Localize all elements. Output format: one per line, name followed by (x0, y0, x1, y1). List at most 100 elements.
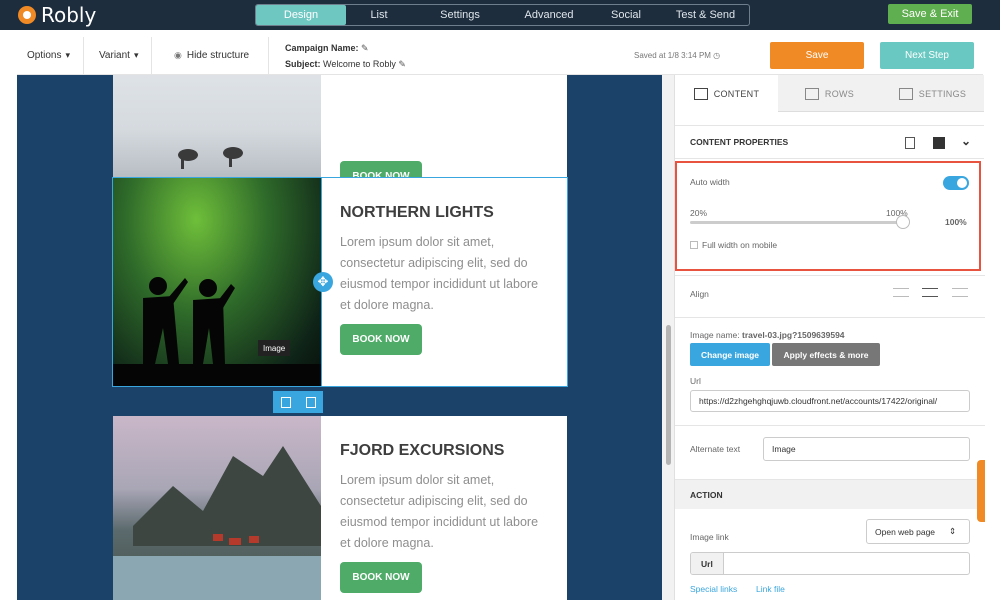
divider (675, 275, 985, 276)
tab-rows[interactable]: ROWS (778, 75, 881, 112)
saved-status: Saved at 1/8 3:14 PM ◷ (634, 51, 720, 60)
apply-effects-button[interactable]: Apply effects & more (772, 343, 880, 366)
slider-value: 100% (945, 217, 967, 227)
full-width-checkbox[interactable] (690, 241, 698, 249)
url-label: Url (690, 376, 701, 386)
alt-text-label: Alternate text (690, 444, 741, 454)
align-label: Align (690, 289, 709, 299)
move-handle-icon[interactable]: ✥ (313, 272, 333, 292)
grid-icon (693, 87, 708, 100)
campaign-name-label: Campaign Name: (285, 42, 359, 53)
image-url-input[interactable]: https://d2zhgehghqjuwb.cloudfront.net/ac… (690, 390, 970, 412)
width-slider-track[interactable] (690, 221, 904, 224)
robly-logo-icon (18, 6, 36, 24)
divider (675, 317, 985, 318)
save-button[interactable]: Save (770, 42, 864, 69)
feedback-tab[interactable] (977, 460, 985, 522)
trash-icon[interactable] (905, 137, 915, 149)
variant-menu[interactable]: Variant ▾ (84, 36, 152, 75)
action-header: ACTION (675, 479, 985, 509)
align-right-icon[interactable] (952, 288, 968, 297)
chevron-down-icon: ▾ (133, 50, 139, 60)
properties-panel: CONTENT ROWS SETTINGS CONTENT PROPERTIES… (674, 75, 985, 600)
image-name-label: Image name: (690, 330, 740, 340)
options-label: Options (27, 50, 62, 61)
options-menu[interactable]: Options ▾ (17, 36, 84, 75)
rows-icon (804, 87, 819, 100)
next-step-button[interactable]: Next Step (880, 42, 974, 69)
step-test-send[interactable]: Test & Send (662, 5, 749, 25)
block-tools (273, 391, 323, 413)
card-title: NORTHERN LIGHTS (340, 204, 494, 221)
travel-card-northern-lights: Image NORTHERN LIGHTS Lorem ipsum dolor … (112, 177, 568, 387)
step-advanced[interactable]: Advanced (508, 5, 590, 25)
campaign-info: Campaign Name: ✎ Subject: Welcome to Rob… (269, 40, 406, 72)
slider-min-label: 20% (690, 208, 708, 218)
image-name-line: Image name: travel-03.jpg?1509639594 (690, 330, 845, 340)
chevron-down-icon[interactable]: ⌄ (961, 134, 971, 148)
panel-tabs: CONTENT ROWS SETTINGS (675, 75, 984, 112)
link-type-value: Open web page (875, 526, 936, 537)
clock-icon: ◷ (713, 51, 721, 60)
change-image-button[interactable]: Change image (690, 343, 770, 366)
brand-name: Robly (41, 3, 97, 27)
content-properties-title: CONTENT PROPERTIES (690, 137, 789, 147)
card-description: Lorem ipsum dolor sit amet, consectetur … (340, 235, 539, 312)
saved-text: Saved at 1/8 3:14 PM (634, 51, 711, 60)
tab-content-label: CONTENT (713, 88, 760, 99)
top-bar: Robly Design List Settings Advanced Soci… (0, 0, 1000, 30)
save-exit-button[interactable]: Save & Exit (888, 4, 972, 24)
tab-settings[interactable]: SETTINGS (881, 75, 984, 112)
fjord-illustration (113, 446, 321, 600)
step-navigation: Design List Settings Advanced Social Tes… (255, 4, 750, 26)
align-center-icon[interactable] (922, 288, 938, 297)
image-link-label: Image link (690, 532, 729, 542)
travel-card-fjord: FJORD EXCURSIONS Lorem ipsum dolor sit a… (113, 416, 567, 600)
variant-label: Variant (99, 50, 130, 61)
duplicate-icon[interactable] (305, 396, 316, 408)
email-canvas: BOOK NOW Image NORTHERN LIGHTS Lorem ips… (17, 75, 662, 600)
step-social[interactable]: Social (590, 5, 662, 25)
full-width-label: Full width on mobile (702, 240, 778, 250)
chevron-down-icon: ▾ (65, 50, 70, 60)
card-image-fjord[interactable] (113, 416, 321, 600)
book-now-button[interactable]: BOOK NOW (340, 562, 422, 593)
content-properties-header: CONTENT PROPERTIES ⌄ (675, 125, 984, 159)
link-file-link[interactable]: Link file (756, 584, 785, 594)
divider (675, 425, 985, 426)
delete-icon[interactable] (280, 396, 291, 408)
auto-width-label: Auto width (690, 177, 730, 187)
tab-content[interactable]: CONTENT (675, 75, 778, 112)
eye-icon: ◉ (174, 50, 182, 60)
special-links-link[interactable]: Special links (690, 584, 737, 594)
tab-rows-label: ROWS (824, 88, 855, 99)
align-left-icon[interactable] (893, 288, 909, 297)
alt-text-input[interactable]: Image (763, 437, 970, 461)
step-settings[interactable]: Settings (412, 5, 508, 25)
select-arrows-icon: ⇕ (949, 526, 957, 536)
canvas-scrollbar-thumb[interactable] (666, 325, 671, 465)
settings-icon (898, 87, 913, 100)
image-name-value: travel-03.jpg?1509639594 (742, 330, 845, 340)
subject-label: Subject: (285, 58, 321, 69)
book-now-button[interactable]: BOOK NOW (340, 324, 422, 355)
link-url-field[interactable]: Url (690, 552, 970, 575)
edit-pencil-icon[interactable]: ✎ (361, 43, 369, 53)
link-type-select[interactable]: Open web page ⇕ (866, 519, 970, 544)
subject-value: Welcome to Robly (323, 58, 396, 69)
card-title: FJORD EXCURSIONS (340, 442, 505, 459)
card-description: Lorem ipsum dolor sit amet, consectetur … (340, 473, 539, 550)
duplicate-icon[interactable] (933, 137, 945, 149)
step-design[interactable]: Design (256, 5, 346, 25)
hide-structure-label: Hide structure (186, 50, 250, 61)
url-prefix: Url (691, 553, 724, 574)
editor-toolbar: Options ▾ Variant ▾ ◉ Hide structure Cam… (17, 36, 983, 75)
image-tooltip: Image (258, 340, 291, 356)
step-list[interactable]: List (346, 5, 412, 25)
width-slider-knob[interactable] (896, 215, 910, 229)
edit-pencil-icon[interactable]: ✎ (398, 59, 406, 69)
tab-settings-label: SETTINGS (918, 88, 967, 99)
hide-structure-toggle[interactable]: ◉ Hide structure (152, 36, 269, 75)
robly-logo[interactable]: Robly (18, 3, 96, 27)
auto-width-toggle[interactable] (943, 176, 969, 190)
